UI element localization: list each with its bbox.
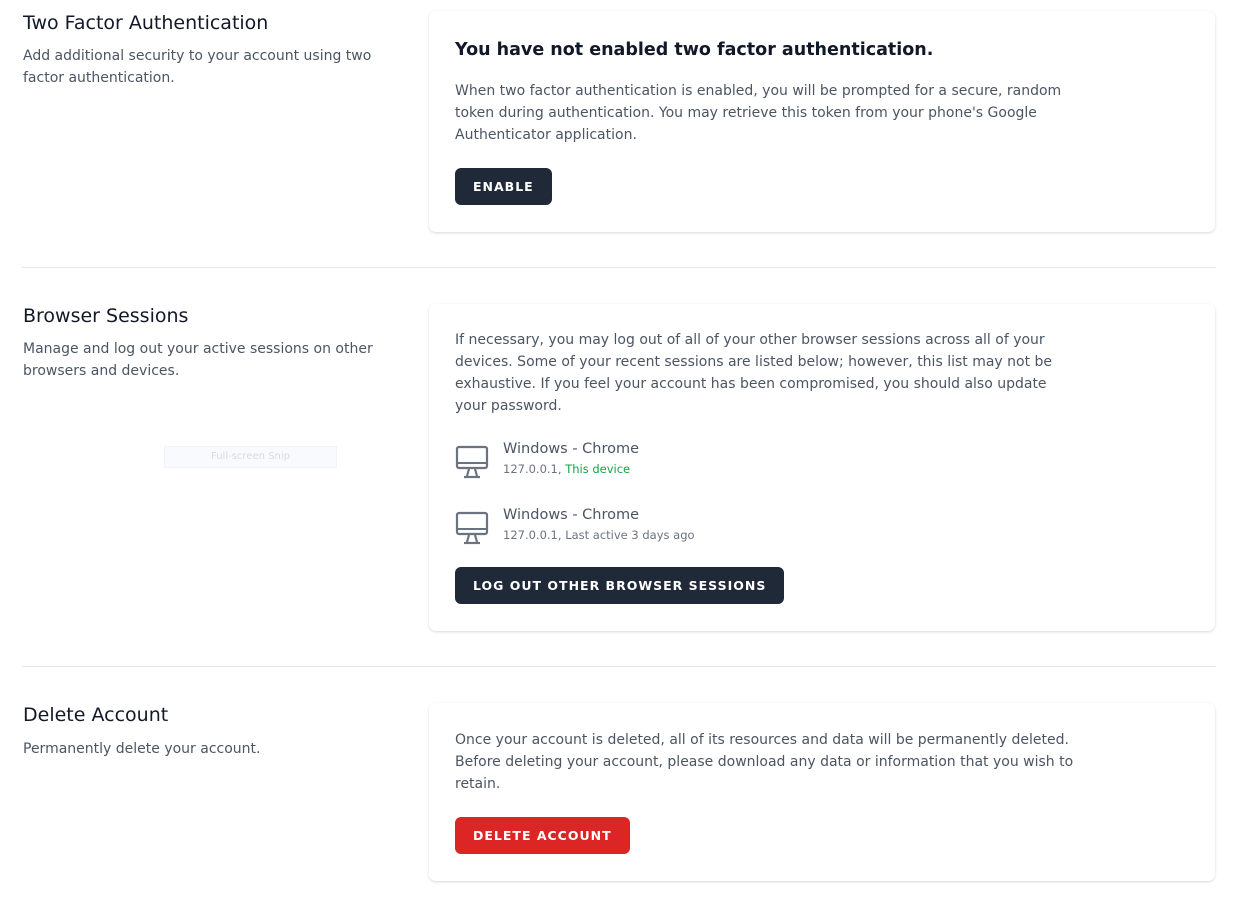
session-status-this-device: This device [565, 462, 631, 476]
enable-two-factor-button[interactable]: Enable [455, 168, 552, 205]
desktop-icon [455, 445, 489, 479]
session-ip: 127.0.0.1, [503, 528, 562, 542]
logout-other-sessions-button[interactable]: Log Out Other Browser Sessions [455, 567, 785, 604]
session-status: Last active 3 days ago [565, 528, 695, 542]
session-meta: 127.0.0.1, Last active 3 days ago [503, 528, 695, 542]
delete-account-description: Permanently delete your account. [23, 741, 261, 757]
browser-sessions-description: Manage and log out your active sessions … [23, 341, 373, 379]
delete-account-button[interactable]: Delete Account [455, 817, 630, 854]
browser-sessions-title: Browser Sessions [23, 305, 189, 327]
two-factor-text: When two factor authentication is enable… [455, 83, 1062, 143]
delete-account-text: Once your account is deleted, all of its… [455, 732, 1074, 792]
two-factor-title: Two Factor Authentication [23, 12, 269, 34]
full-screen-snip-overlay[interactable]: Full-screen Snip [164, 446, 337, 468]
section-divider [22, 267, 1216, 268]
session-ip: 127.0.0.1, [503, 462, 562, 476]
delete-account-card: Once your account is deleted, all of its… [429, 703, 1215, 881]
browser-sessions-card: If necessary, you may log out of all of … [429, 304, 1215, 631]
two-factor-card: You have not enabled two factor authenti… [429, 11, 1215, 232]
browser-sessions-text: If necessary, you may log out of all of … [455, 332, 1053, 414]
desktop-icon [455, 511, 489, 545]
two-factor-description: Add additional security to your account … [23, 48, 372, 86]
profile-settings-page: Two Factor Authentication Add additional… [0, 0, 1237, 901]
section-divider [22, 666, 1216, 667]
session-device: Windows - Chrome [503, 507, 640, 523]
session-device: Windows - Chrome [503, 441, 640, 457]
delete-account-title: Delete Account [23, 704, 169, 726]
session-meta: 127.0.0.1, This device [503, 462, 630, 476]
two-factor-heading: You have not enabled two factor authenti… [455, 40, 934, 60]
